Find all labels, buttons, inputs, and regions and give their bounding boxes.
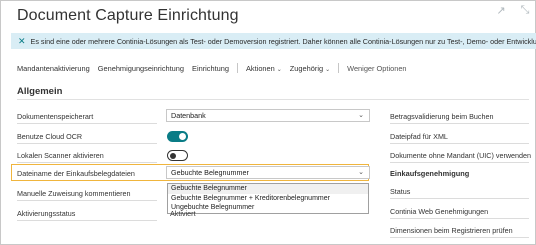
field-underline [390, 143, 529, 144]
field-underline [17, 220, 157, 221]
section-title: Allgemein [17, 86, 63, 97]
scanner-label: Lokalen Scanner aktivieren [17, 151, 104, 160]
option-gebuchte-kreditorenbelegnummer[interactable]: Gebuchte Belegnummer + Kreditorenbelegnu… [168, 194, 368, 204]
einkaufsgenehmigung-heading: Einkaufsgenehmigung [390, 169, 470, 178]
web-genehmigungen-label: Continia Web Genehmigungen [390, 207, 489, 216]
action-aktionen-label: Aktionen [246, 63, 275, 73]
field-underline [390, 162, 529, 163]
dokumente-ohne-mandant-label: Dokumente ohne Mandant (UIC) verwenden [390, 151, 532, 160]
page-title: Document Capture Einrichtung [17, 7, 239, 24]
section-divider [17, 99, 529, 100]
field-underline [17, 200, 157, 201]
manuelle-zuweisung-label: Manuelle Zuweisung kommentieren [17, 189, 131, 198]
speicherart-value: Datenbank [171, 111, 206, 120]
aktivierungsstatus-label: Aktivierungsstatus [17, 209, 76, 218]
field-underline [17, 143, 157, 144]
dateiname-label: Dateiname der Einkaufsbelegdateien [17, 169, 135, 178]
field-underline [390, 237, 529, 238]
option-ungebuchte-belegnummer[interactable]: Ungebuchte Belegnummer [168, 203, 368, 213]
chevron-down-icon: ⌄ [358, 112, 364, 119]
scanner-toggle[interactable] [167, 150, 188, 161]
status-label: Status [390, 187, 411, 196]
action-bar: Mandantenaktivierung Genehmigungseinrich… [17, 63, 415, 73]
cloud-ocr-label: Benutze Cloud OCR [17, 132, 83, 141]
toggle-knob [170, 152, 176, 159]
field-underline [390, 218, 529, 219]
action-zugehoerig-menu[interactable]: Zugehörig ⌄ [290, 64, 330, 73]
dateiname-value: Gebuchte Belegnummer [171, 168, 249, 177]
action-einrichtung[interactable]: Einrichtung [192, 64, 229, 73]
field-underline [17, 123, 157, 124]
dateipfad-label: Dateipfad für XML [390, 132, 448, 141]
action-separator [338, 63, 340, 73]
field-underline [390, 123, 529, 124]
aktivierungsstatus-value: Aktiviert [170, 209, 196, 218]
cloud-ocr-toggle[interactable] [167, 131, 188, 142]
chevron-down-icon: ⌄ [325, 66, 331, 73]
field-underline [17, 162, 157, 163]
chevron-down-icon: ⌄ [358, 169, 364, 176]
dateiname-options-list[interactable]: Gebuchte Belegnummer Gebuchte Belegnumme… [167, 183, 369, 214]
restore-icon[interactable]: ↗ [496, 4, 506, 17]
window-controls: ↗ ⤡ [496, 4, 530, 17]
toggle-knob [179, 133, 186, 140]
speicherart-select[interactable]: Datenbank ⌄ [166, 109, 370, 122]
notification-banner: ✕ Es sind eine oder mehrere Continia-Lös… [11, 33, 536, 49]
action-mandantenaktivierung[interactable]: Mandantenaktivierung [17, 64, 90, 73]
dateiname-select[interactable]: Gebuchte Belegnummer ⌄ [166, 166, 370, 179]
field-underline [390, 198, 529, 199]
banner-text: Es sind eine oder mehrere Continia-Lösun… [30, 36, 536, 46]
action-genehmigungseinrichtung[interactable]: Genehmigungseinrichtung [98, 64, 184, 73]
collapse-icon[interactable]: ⤡ [520, 4, 530, 17]
close-icon[interactable]: ✕ [18, 36, 26, 47]
action-weniger-optionen[interactable]: Weniger Optionen [347, 64, 406, 73]
action-zugehoerig-label: Zugehörig [289, 63, 324, 73]
action-aktionen-menu[interactable]: Aktionen ⌄ [246, 64, 282, 73]
action-separator [237, 63, 238, 73]
betragsvalidierung-label: Betragsvalidierung beim Buchen [390, 112, 494, 121]
option-gebuchte-belegnummer[interactable]: Gebuchte Belegnummer [168, 184, 368, 194]
chevron-down-icon: ⌄ [276, 66, 282, 73]
speicherart-label: Dokumentenspeicherart [17, 112, 94, 121]
dimensionen-label: Dimensionen beim Registrieren prüfen [390, 226, 513, 235]
